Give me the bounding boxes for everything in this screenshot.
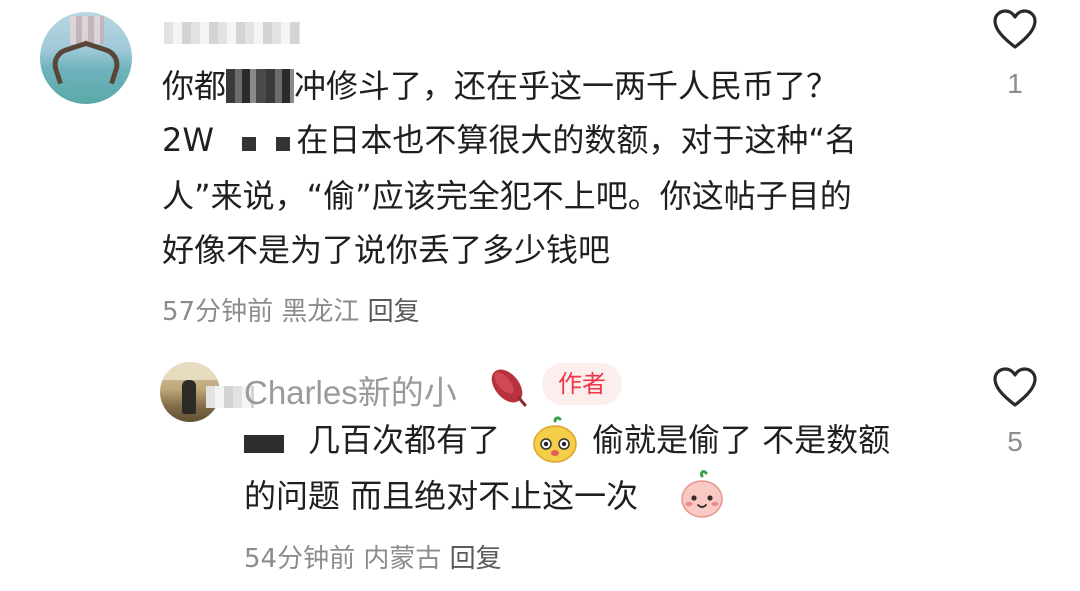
reply-time: 54分钟前 (244, 544, 356, 574)
reply-button[interactable]: 回复 (368, 297, 420, 327)
reply-text: 几百次都有了 (308, 421, 501, 459)
redacted-text (242, 137, 257, 151)
yellow-face-emoji (533, 416, 577, 463)
reply-line: 几百次都有了 (244, 420, 500, 460)
comment-text: 冲修斗了，还在乎这一两千人民币了？ (294, 67, 839, 105)
redacted-text (276, 137, 291, 151)
heart-outline-icon[interactable] (992, 366, 1038, 408)
reply-button[interactable]: 回复 (450, 544, 502, 574)
replier-name[interactable]: Charles新的小 (244, 366, 457, 414)
reply-meta: 54分钟前 内蒙古 回复 (244, 538, 502, 575)
redacted-text (244, 435, 284, 453)
like-count: 5 (1007, 426, 1023, 457)
author-badge: 作者 (542, 363, 622, 405)
redacted-text (226, 69, 295, 103)
comment-line: 2W 在日本也不算很大的数额，对于这种“名 (162, 120, 857, 160)
comment-meta: 57分钟前 黑龙江 回复 (162, 291, 420, 328)
commenter-avatar[interactable] (40, 12, 132, 104)
comment-time: 57分钟前 (162, 297, 274, 327)
comment-text: 2W (162, 121, 214, 159)
reply-text: 的问题 而且绝对不止这一次 (244, 477, 639, 515)
reply-location: 内蒙古 (363, 544, 442, 574)
sweet-potato-emoji (491, 369, 527, 407)
commenter-name-redacted[interactable] (164, 22, 300, 44)
comment-text: 好像不是为了说你丢了多少钱吧 (162, 231, 611, 269)
reply-text: 偷就是偷了 不是数额 (592, 421, 891, 459)
comment-line: 你都 冲修斗了，还在乎这一两千人民币了？ (162, 66, 838, 106)
comment-text: 人”来说，“偷”应该完全犯不上吧。你这帖子目的 (162, 177, 852, 215)
pink-face-emoji (681, 470, 723, 518)
heart-outline-icon[interactable] (992, 8, 1038, 50)
comment-location: 黑龙江 (281, 297, 360, 327)
like-count: 1 (1007, 68, 1023, 99)
comment-text: 你都 (162, 67, 227, 105)
comment-text: 在日本也不算很大的数额，对于这种“名 (296, 121, 857, 159)
